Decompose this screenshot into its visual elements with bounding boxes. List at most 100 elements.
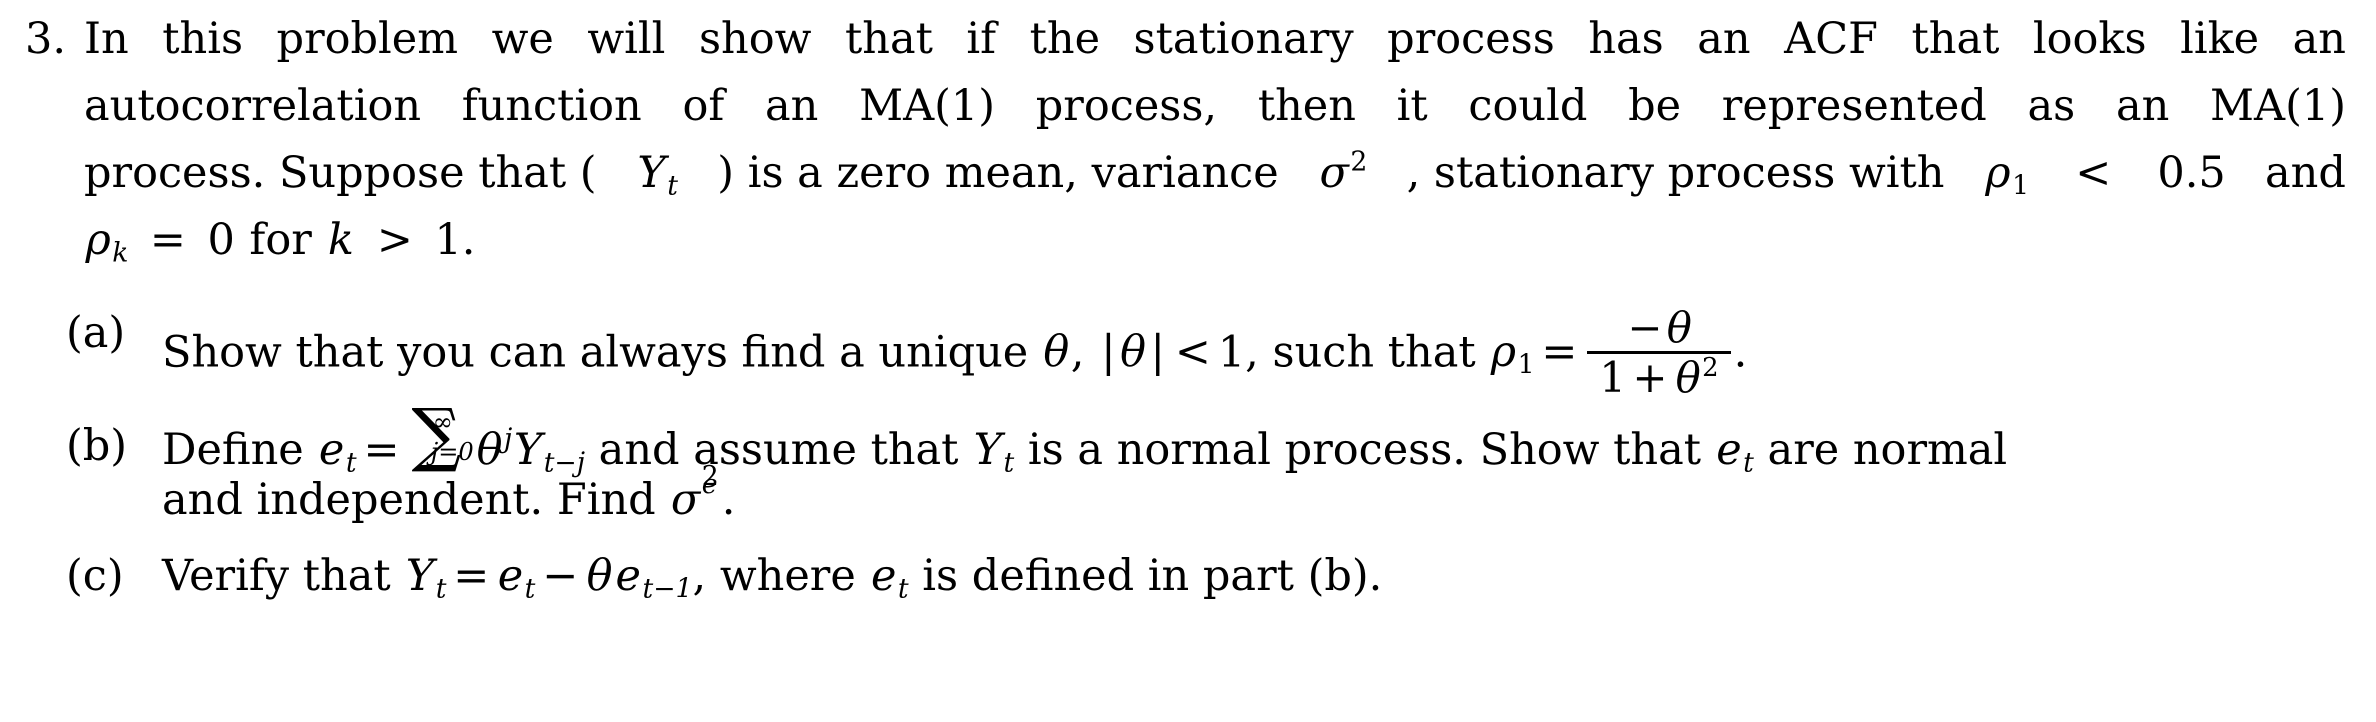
variable-sigma: σ (1319, 148, 1349, 198)
variable-theta: θ (1675, 353, 1701, 403)
word: of (682, 81, 725, 131)
subparts-list: (a) Show that you can always find a uniq… (14, 302, 2346, 605)
text-fragment: Define (162, 424, 318, 475)
math-Y-subscript-t: Yt (636, 140, 678, 207)
subscript-t: t (435, 573, 447, 605)
math-theta-power-j: θj (475, 425, 513, 475)
text-fragment: process. Suppose that ( (84, 148, 597, 198)
operator-equals: = (1541, 327, 1578, 378)
subpart-b: (b) Define et = ∑ ∞ j=0 θjYt−j and assume tha… (66, 400, 2346, 525)
variable-theta: θ (1666, 302, 1692, 352)
word: an (1697, 14, 1751, 64)
subpart-b-line-1: Define et = ∑ ∞ j=0 θjYt−j and assume that Yt… (162, 400, 2346, 479)
word: process, (1035, 81, 1218, 131)
math-abs-theta: | θ | (1098, 327, 1168, 377)
variable-rho: ρ (85, 215, 111, 265)
variable-e: e (615, 550, 641, 601)
fraction-rho-expression: − θ 1 + θ2 (1586, 302, 1732, 403)
value-1: 1 (1599, 353, 1626, 403)
document-page: 3. In this problem we will show that if … (0, 0, 2376, 722)
variable-e: e (1716, 424, 1742, 475)
variable-e: e (870, 550, 897, 601)
variable-theta: θ (586, 550, 613, 601)
math-Y-t: Yt (404, 550, 447, 605)
word: then (1257, 81, 1356, 131)
abs-bar-close: | (1150, 327, 1166, 378)
subscript-t-minus-1: t−1 (642, 573, 693, 605)
summation-upper-limit: ∞ (432, 408, 453, 437)
word: an (2292, 14, 2346, 64)
word: process (1387, 14, 1555, 64)
math-Y-t-minus-j: Yt−j (512, 424, 586, 479)
variable-Y: Y (637, 148, 666, 198)
subscript-t: t (667, 170, 678, 202)
operator-greater-than: > (376, 215, 413, 265)
plus-sign: + (1632, 353, 1668, 403)
variable-rho: ρ (1985, 148, 2011, 198)
problem-line-4: ρk = 0 for k > 1. (84, 207, 2346, 274)
word: MA(1) (859, 81, 996, 131)
math-rho-1: ρ1 (1984, 140, 2029, 207)
subscript-1: 1 (2012, 170, 2030, 202)
variable-k: k (327, 215, 354, 265)
comma: , (692, 550, 720, 601)
word: that (1911, 14, 2000, 64)
word: autocorrelation (84, 81, 422, 131)
subscript-t: t (524, 573, 536, 605)
subscript-t: t (1743, 447, 1754, 479)
subpart-a-body: Show that you can always find a unique θ… (162, 302, 2346, 403)
subscript-t-minus-j: t−j (543, 447, 586, 479)
text-fragment: is defined in part (b). (908, 550, 1383, 601)
text-fragment: , such that (1245, 327, 1490, 378)
operator-less-than: < (2075, 148, 2112, 198)
word: show (698, 14, 812, 64)
value-1: 1 (1217, 327, 1246, 378)
subpart-b-label: (b) (66, 420, 128, 471)
math-sigma-squared: σ2 (1318, 140, 1367, 207)
text-fragment: and assume that (585, 424, 973, 475)
value-0: 0 (207, 215, 235, 265)
variable-e: e (497, 550, 524, 601)
word: an (2115, 81, 2170, 131)
word: In (84, 14, 129, 64)
math-Y-t: Yt (972, 425, 1015, 479)
operator-equals: = (363, 424, 400, 475)
operator-equals: = (149, 215, 186, 265)
word: an (765, 81, 819, 131)
abs-bar-open: | (1101, 327, 1116, 378)
period: . (1733, 327, 1748, 378)
problem-number: 3. (24, 14, 66, 64)
variable-Y: Y (405, 550, 435, 601)
subscript-t: t (345, 447, 357, 479)
text-fragment: where (719, 550, 870, 601)
subpart-a: (a) Show that you can always find a uniq… (66, 302, 2346, 403)
text-fragment: Verify that (162, 550, 405, 601)
word: has (1588, 14, 1664, 64)
subscript-t: t (897, 573, 909, 605)
word: stationary (1133, 14, 1354, 64)
fraction-numerator: − θ (1587, 302, 1731, 352)
subscript-1: 1 (1517, 349, 1535, 381)
period: . (721, 474, 736, 525)
operator-less-than: < (1174, 327, 1211, 378)
variable-theta: θ (1043, 327, 1070, 378)
value-0.5: 0.5 (2157, 148, 2226, 198)
word: function (461, 81, 642, 131)
operator-minus: − (542, 550, 579, 601)
exponent-2: 2 (1350, 146, 1368, 178)
subpart-b-line-2: and independent. Find σ2e. (162, 463, 2346, 525)
minus-sign: − (1627, 302, 1663, 352)
variable-Y: Y (513, 424, 543, 475)
operator-equals: = (453, 550, 490, 601)
subpart-c-body: Verify that Yt = et − θet−1, where et is def… (162, 550, 2346, 605)
exponent-2: 2 (1702, 353, 1719, 384)
math-theta-e-t-minus-1: θet−1 (585, 550, 693, 605)
problem-line-3: process. Suppose that ( Yt ) is a zero m… (84, 140, 2346, 207)
subpart-b-body: Define et = ∑ ∞ j=0 θjYt−j and assume that Yt… (162, 400, 2346, 525)
text-fragment: are normal (1753, 424, 2008, 475)
subscript-t: t (1003, 447, 1015, 479)
word: it (1396, 81, 1428, 131)
value-1: 1. (434, 215, 476, 265)
subpart-c-label: (c) (66, 550, 124, 601)
math-e-t: et (869, 550, 909, 605)
